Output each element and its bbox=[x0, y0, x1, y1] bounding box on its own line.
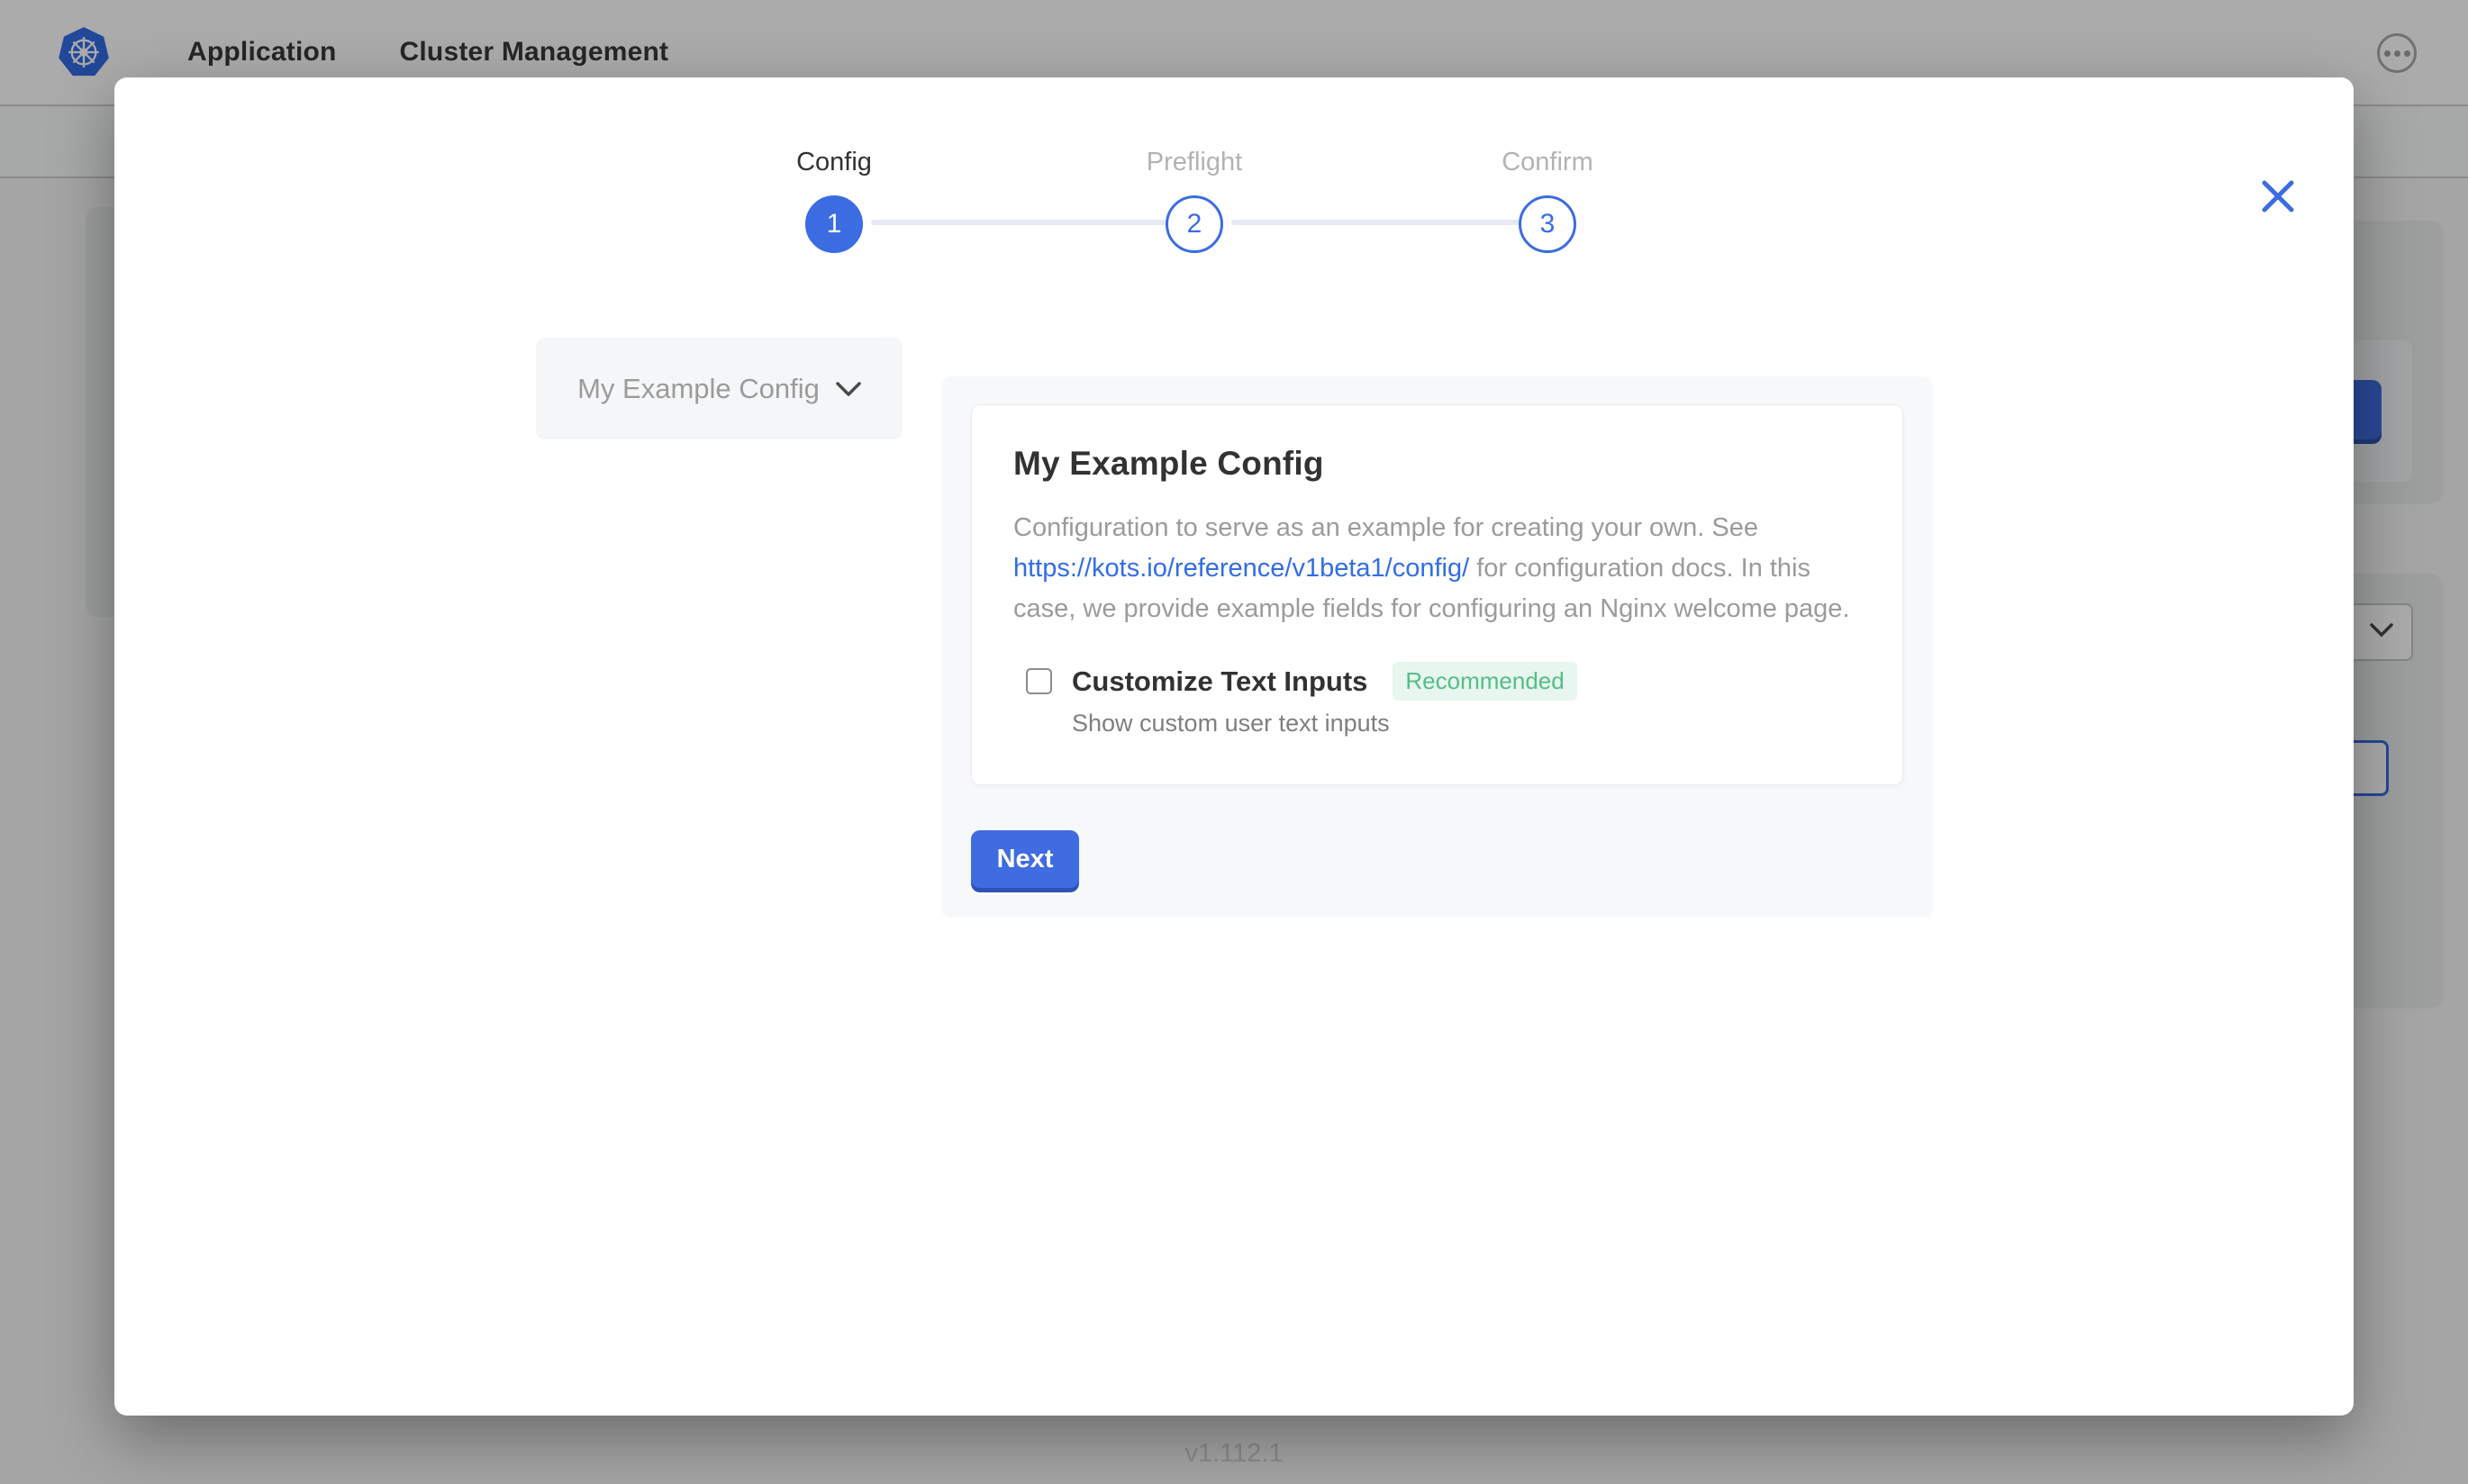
step-preflight: Preflight 2 bbox=[1077, 148, 1311, 253]
step-confirm: Confirm 3 bbox=[1430, 148, 1665, 253]
chevron-down-icon bbox=[836, 373, 861, 405]
config-group-card: My Example Config Configuration to serve… bbox=[971, 404, 1903, 785]
config-group-description: Configuration to serve as an example for… bbox=[1013, 508, 1861, 629]
config-group-label: My Example Config bbox=[577, 373, 820, 405]
config-wizard-modal: Config 1 Preflight 2 Confirm 3 My Exampl… bbox=[114, 77, 2354, 1416]
checkbox-label[interactable]: Customize Text Inputs bbox=[1072, 665, 1367, 698]
step-config: Config 1 bbox=[717, 148, 951, 253]
step-circle[interactable]: 3 bbox=[1519, 195, 1576, 253]
description-text: Configuration to serve as an example for… bbox=[1013, 513, 1758, 542]
checkbox-help-text: Show custom user text inputs bbox=[1072, 710, 1861, 737]
step-label: Preflight bbox=[1077, 148, 1311, 177]
config-group-title: My Example Config bbox=[1013, 445, 1861, 483]
step-circle[interactable]: 1 bbox=[805, 195, 863, 253]
step-circle[interactable]: 2 bbox=[1166, 195, 1223, 253]
recommended-badge: Recommended bbox=[1393, 662, 1576, 701]
wizard-stepper: Config 1 Preflight 2 Confirm 3 bbox=[114, 77, 2354, 276]
config-panel: My Example Config Configuration to serve… bbox=[941, 376, 1933, 918]
config-item-row: Customize Text Inputs Recommended bbox=[1026, 662, 1861, 701]
config-group-dropdown[interactable]: My Example Config bbox=[536, 338, 903, 439]
customize-text-inputs-checkbox[interactable] bbox=[1026, 668, 1052, 694]
step-label: Confirm bbox=[1430, 148, 1665, 177]
config-docs-link[interactable]: https://kots.io/reference/v1beta1/config… bbox=[1013, 554, 1469, 583]
next-button[interactable]: Next bbox=[971, 830, 1079, 888]
step-label: Config bbox=[717, 148, 951, 177]
screen: Application Cluster Management 0 y v1.11… bbox=[0, 0, 2468, 1484]
